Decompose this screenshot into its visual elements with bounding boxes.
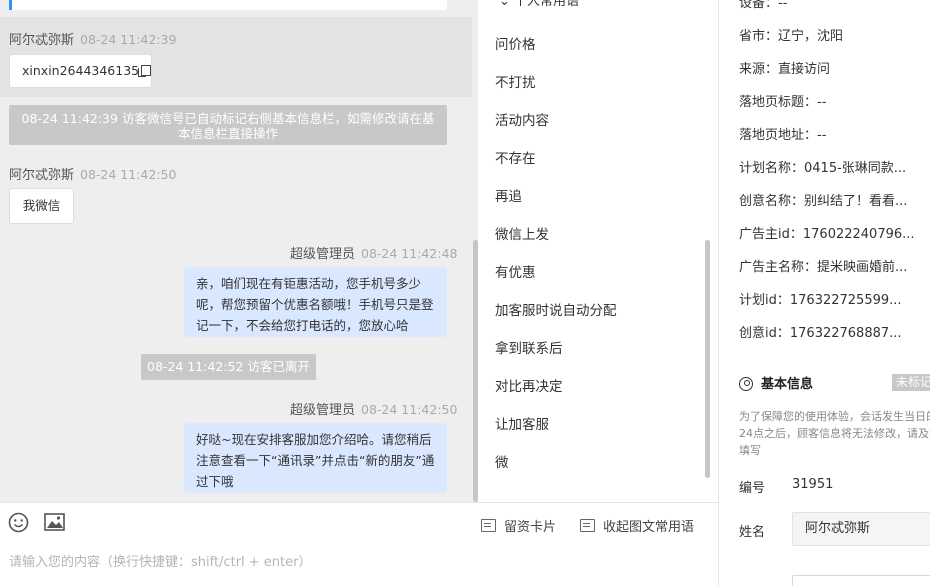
system-notice-text: 08-24 11:42:39 访客微信号已自动标记右侧基本信息栏，如需修改请在基… [21, 111, 435, 141]
info-row-creative-id: 创意id：176322768887... [739, 322, 902, 341]
edit-deadline-note: 为了保障您的使用体验，会话发生当日的24点之后，顾客信息将无法修改，请及时填写 [739, 410, 930, 457]
next-field-input[interactable] [792, 575, 930, 586]
basic-info-title-text: 基本信息 [761, 377, 814, 392]
sender-name: 超级管理员 [290, 247, 356, 262]
info-row-plan-name: 计划名称：0415-张琳同款... [739, 157, 906, 176]
info-label: 设备： [739, 0, 779, 11]
collapse-phrases-button[interactable]: 收起图文常用语 [580, 516, 694, 535]
phrase-item[interactable]: 不打扰 [495, 71, 536, 91]
phrase-item[interactable]: 再追 [495, 185, 522, 205]
phrase-item[interactable]: 有优惠 [495, 261, 536, 281]
message-sender: 超级管理员 08-24 11:42:50 [290, 399, 457, 418]
info-row-landing-title: 落地页标题：-- [739, 91, 826, 110]
message-sender: 超级管理员 08-24 11:42:48 [290, 243, 457, 262]
collapse-phrases-label: 收起图文常用语 [603, 520, 695, 535]
name-label: 姓名 [739, 525, 766, 540]
message-bubble: 我微信 [9, 188, 74, 224]
system-notice: 08-24 11:42:52 访客已离开 [141, 354, 316, 380]
info-value: 直接访问 [778, 62, 831, 77]
message-text: 好哒~现在安排客服加您介绍哈。请您稍后注意查看一下“通讯录”并点击“新的朋友”通… [196, 432, 435, 489]
copy-icon[interactable] [138, 65, 152, 77]
info-value: -- [817, 128, 827, 143]
info-label: 计划名称： [739, 161, 805, 176]
sender-name: 阿尔忒弥斯 [9, 168, 75, 183]
phrase-item[interactable]: 活动内容 [495, 109, 549, 129]
phrase-item[interactable]: 让加客服 [495, 413, 549, 433]
phrases-header-label: 个人常用语 [514, 0, 580, 9]
info-label: 广告主名称： [739, 260, 818, 275]
info-value: 别纠结了！看看... [804, 194, 908, 209]
chat-panel: 阿尔忒弥斯 08-24 11:42:39 xinxin2644346135 08-… [0, 0, 478, 502]
sender-name: 阿尔忒弥斯 [9, 33, 75, 48]
previous-message-card [9, 0, 447, 10]
info-row-creative-name: 创意名称：别纠结了！看看... [739, 190, 907, 209]
message-sender: 阿尔忒弥斯 08-24 11:42:50 [9, 164, 176, 183]
info-label: 计划id： [739, 293, 790, 308]
info-value: 176322768887... [789, 326, 902, 341]
basic-info-title: 基本信息 [739, 373, 813, 392]
info-label: 省市： [739, 29, 779, 44]
message-sender: 阿尔忒弥斯 08-24 11:42:39 [9, 29, 176, 48]
message-text: 我微信 [22, 198, 61, 213]
info-row-device: 设备：-- [739, 0, 787, 11]
info-value: 176322725599... [789, 293, 902, 308]
info-value: -- [778, 0, 788, 11]
phrase-item[interactable]: 问价格 [495, 33, 536, 53]
phrase-item[interactable]: 对比再决定 [495, 375, 563, 395]
leave-info-card-button[interactable]: 留资卡片 [481, 516, 556, 535]
phrase-item[interactable]: 微信上发 [495, 223, 549, 243]
agent-message-bubble: 亲，咱们现在有钜惠活动，您手机号多少呢，帮您预留个优惠名额哦！手机号只是登记一下… [184, 267, 447, 337]
phrase-item[interactable]: 拿到联系后 [495, 337, 563, 357]
leave-card-label: 留资卡片 [504, 520, 557, 535]
message-input[interactable]: 请输入您的内容（换行快捷键：shift/ctrl + enter） [9, 551, 312, 570]
emoji-icon[interactable] [8, 512, 29, 533]
unmarked-tag[interactable]: 未标记 [892, 374, 930, 391]
info-value: 0415-张琳同款... [804, 161, 907, 176]
id-value: 31951 [792, 477, 834, 492]
customer-info-panel: 设备：-- 省市：辽宁，沈阳 来源：直接访问 落地页标题：-- 落地页地址：--… [719, 0, 930, 586]
message-time: 08-24 11:42:50 [80, 167, 177, 182]
name-input[interactable]: 阿尔忒弥斯 [792, 512, 930, 546]
message-time: 08-24 11:42:39 [80, 32, 177, 47]
info-value: 176022240796... [802, 227, 915, 242]
chat-scrollbar[interactable] [473, 240, 478, 502]
chevron-down-icon: ⌄ [499, 0, 515, 9]
phrase-item[interactable]: 加客服时说自动分配 [495, 299, 617, 319]
info-label: 落地页地址： [739, 128, 818, 143]
system-notice-text: 08-24 11:42:52 访客已离开 [147, 359, 310, 374]
phrases-scrollbar[interactable] [705, 240, 710, 478]
info-row-region: 省市：辽宁，沈阳 [739, 25, 843, 44]
user-icon [739, 377, 753, 391]
message-text: 亲，咱们现在有钜惠活动，您手机号多少呢，帮您预留个优惠名额哦！手机号只是登记一下… [196, 276, 434, 333]
message-time: 08-24 11:42:50 [361, 402, 458, 417]
info-row-plan-id: 计划id：176322725599... [739, 289, 902, 308]
info-value: 提米映画婚前... [817, 260, 908, 275]
info-value: -- [817, 95, 827, 110]
message-time: 08-24 11:42:48 [361, 246, 458, 261]
system-notice: 08-24 11:42:39 访客微信号已自动标记右侧基本信息栏，如需修改请在基… [9, 105, 447, 145]
id-label: 编号 [739, 481, 766, 496]
image-icon[interactable] [44, 513, 65, 531]
phrases-header[interactable]: ⌄ 个人常用语 [499, 0, 579, 9]
phrase-item[interactable]: 不存在 [495, 147, 536, 167]
info-value: 辽宁，沈阳 [778, 29, 844, 44]
info-label: 广告主id： [739, 227, 803, 242]
common-phrases-panel: ⌄ 个人常用语 问价格 不打扰 活动内容 不存在 再追 微信上发 有优惠 加客服… [479, 0, 718, 502]
agent-message-bubble: 好哒~现在安排客服加您介绍哈。请您稍后注意查看一下“通讯录”并点击“新的朋友”通… [184, 423, 447, 493]
sender-name: 超级管理员 [290, 403, 356, 418]
info-row-advertiser-id: 广告主id：176022240796... [739, 223, 915, 242]
wechat-id-bubble[interactable]: xinxin2644346135 [9, 54, 152, 88]
info-row-landing-url: 落地页地址：-- [739, 124, 826, 143]
info-label: 来源： [739, 62, 779, 77]
info-row-source: 来源：直接访问 [739, 58, 830, 77]
info-row-advertiser-name: 广告主名称：提米映画婚前... [739, 256, 907, 275]
info-label: 创意id： [739, 326, 790, 341]
message-text: xinxin2644346135 [22, 63, 140, 78]
info-label: 落地页标题： [739, 95, 818, 110]
message-input-area[interactable]: 留资卡片 收起图文常用语 请输入您的内容（换行快捷键：shift/ctrl + … [0, 502, 718, 587]
card-icon [481, 519, 496, 532]
message-icon [580, 519, 595, 532]
info-label: 创意名称： [739, 194, 805, 209]
phrase-item[interactable]: 微 [495, 451, 509, 471]
